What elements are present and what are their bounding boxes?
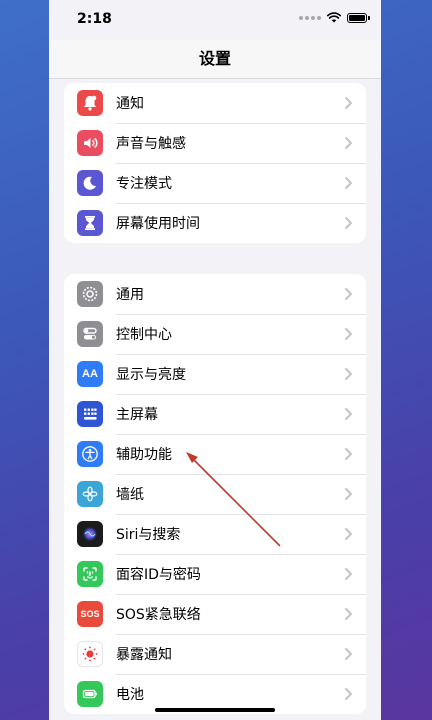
settings-row-label: Siri与搜索	[116, 527, 181, 543]
chevron-right-icon	[345, 368, 352, 380]
chevron-right-icon	[345, 177, 352, 189]
settings-row-focus[interactable]: 专注模式	[64, 163, 366, 203]
battery-status-icon	[347, 12, 370, 23]
settings-row-label: 辅助功能	[116, 447, 172, 463]
chevron-right-icon	[345, 408, 352, 420]
settings-row-label: 声音与触感	[116, 136, 186, 152]
settings-row-sounds[interactable]: 声音与触感	[64, 123, 366, 163]
settings-row-label: 面容ID与密码	[116, 567, 201, 583]
settings-row-label: 屏幕使用时间	[116, 216, 200, 232]
settings-row-display[interactable]: AA 显示与亮度	[64, 354, 366, 394]
chevron-right-icon	[345, 488, 352, 500]
settings-row-label: 显示与亮度	[116, 367, 186, 383]
sos-icon-text: SOS	[80, 609, 100, 619]
toggles-icon	[77, 321, 103, 347]
status-bar: 2:18	[49, 0, 381, 40]
settings-row-screen-time[interactable]: 屏幕使用时间	[64, 203, 366, 243]
settings-row-label: 专注模式	[116, 176, 172, 192]
flower-icon	[77, 481, 103, 507]
settings-row-exposure-notifications[interactable]: 暴露通知	[64, 634, 366, 674]
settings-row-notifications[interactable]: 通知	[64, 83, 366, 123]
hourglass-icon	[77, 210, 103, 236]
chevron-right-icon	[345, 688, 352, 700]
accessibility-icon	[77, 441, 103, 467]
status-icons	[299, 12, 370, 23]
chevron-right-icon	[345, 137, 352, 149]
wifi-icon	[327, 12, 341, 23]
settings-group-2: 通用 控制中心 AA 显示与亮度 主屏幕 辅助功能 墙纸 Siri与搜索 面容I…	[64, 274, 366, 714]
grid-icon	[77, 401, 103, 427]
settings-row-face-id[interactable]: 面容ID与密码	[64, 554, 366, 594]
chevron-right-icon	[345, 328, 352, 340]
settings-row-general[interactable]: 通用	[64, 274, 366, 314]
text-size-icon: AA	[77, 361, 103, 387]
face-id-icon	[77, 561, 103, 587]
chevron-right-icon	[345, 608, 352, 620]
settings-row-home-screen[interactable]: 主屏幕	[64, 394, 366, 434]
display-icon-text: AA	[82, 368, 98, 380]
chevron-right-icon	[345, 97, 352, 109]
siri-icon	[77, 521, 103, 547]
page-title: 设置	[198, 49, 231, 68]
home-indicator[interactable]	[155, 708, 275, 712]
settings-group-1: 通知 声音与触感 专注模式 屏幕使用时间	[64, 83, 366, 243]
settings-row-label: 电池	[116, 687, 144, 703]
settings-row-label: 暴露通知	[116, 647, 172, 663]
settings-row-wallpaper[interactable]: 墙纸	[64, 474, 366, 514]
settings-row-label: 主屏幕	[116, 407, 158, 423]
settings-row-label: SOS紧急联络	[116, 607, 201, 623]
settings-row-label: 墙纸	[116, 487, 144, 503]
status-time: 2:18	[77, 11, 112, 27]
chevron-right-icon	[345, 448, 352, 460]
moon-icon	[77, 170, 103, 196]
exposure-icon	[77, 641, 103, 667]
chevron-right-icon	[345, 528, 352, 540]
settings-row-label: 通用	[116, 287, 144, 303]
settings-row-emergency-sos[interactable]: SOS SOS紧急联络	[64, 594, 366, 634]
settings-row-accessibility[interactable]: 辅助功能	[64, 434, 366, 474]
navigation-bar: 设置	[49, 40, 381, 79]
speaker-icon	[77, 130, 103, 156]
chevron-right-icon	[345, 288, 352, 300]
sos-icon: SOS	[77, 601, 103, 627]
settings-row-label: 通知	[116, 96, 144, 112]
battery-icon	[77, 681, 103, 707]
chevron-right-icon	[345, 648, 352, 660]
chevron-right-icon	[345, 217, 352, 229]
gear-icon	[77, 281, 103, 307]
chevron-right-icon	[345, 568, 352, 580]
settings-row-control-center[interactable]: 控制中心	[64, 314, 366, 354]
settings-screen: 2:18 设置 通知 声音与触感 专注模式 屏幕使用时间 通用 控制中心 AA …	[49, 0, 381, 720]
bell-icon	[77, 90, 103, 116]
settings-row-label: 控制中心	[116, 327, 172, 343]
settings-row-siri[interactable]: Siri与搜索	[64, 514, 366, 554]
signal-icon	[299, 15, 321, 20]
